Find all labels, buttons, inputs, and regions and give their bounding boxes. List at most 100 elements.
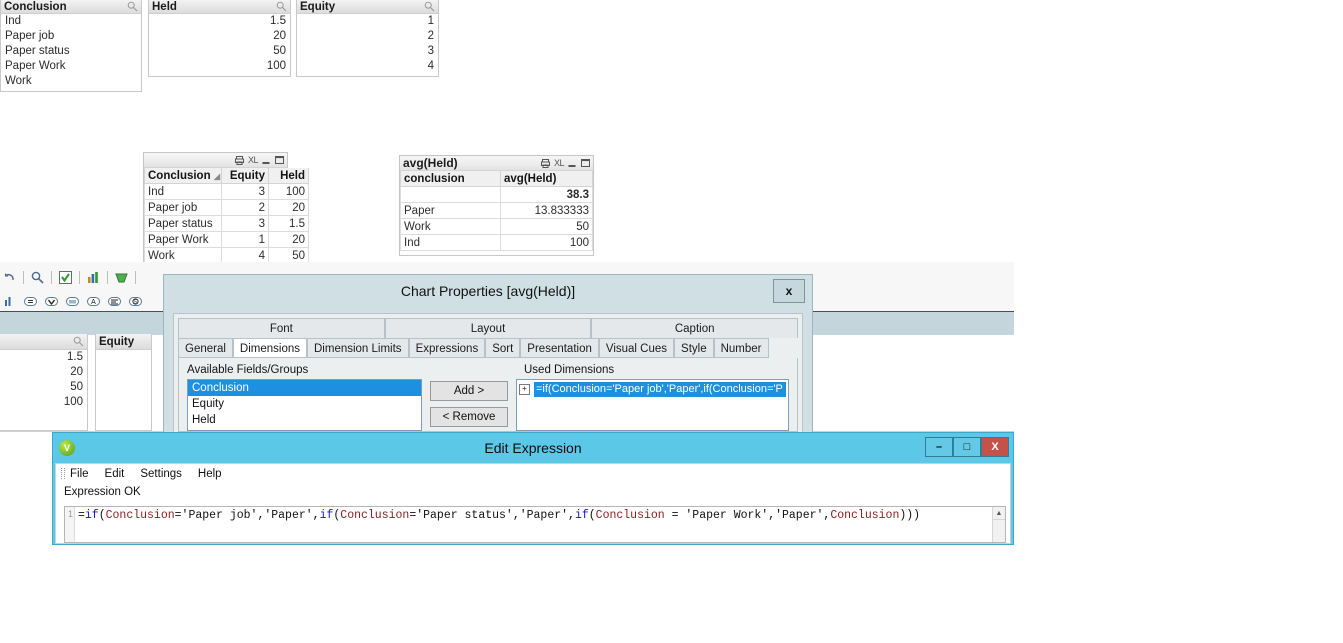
- listbox-held[interactable]: Held 1.5 20 50 100: [148, 0, 291, 77]
- menu-edit[interactable]: Edit: [105, 468, 125, 480]
- list-item[interactable]: Paper status: [1, 44, 141, 59]
- remove-dimension-button[interactable]: < Remove: [430, 407, 508, 427]
- undo-icon[interactable]: [2, 270, 17, 285]
- list-item[interactable]: 20: [149, 29, 290, 44]
- excel-export-icon[interactable]: XL: [248, 155, 259, 165]
- statistics-box-icon[interactable]: [23, 294, 38, 309]
- tab-strip-upper[interactable]: Font Layout Caption: [174, 314, 802, 338]
- used-dimension-row[interactable]: + =if(Conclusion='Paper job','Paper',if(…: [517, 380, 788, 398]
- cell-avg-held[interactable]: 100: [500, 234, 593, 251]
- column-header-conclusion[interactable]: Conclusion ◢: [144, 168, 222, 184]
- listbox-equity[interactable]: Equity 1 2 3 4: [296, 0, 439, 77]
- tab-dimensions[interactable]: Dimensions: [232, 338, 307, 358]
- table-row[interactable]: Ind 3 100: [144, 183, 309, 200]
- current-selections-icon[interactable]: [65, 294, 80, 309]
- chart-table-avg-held[interactable]: avg(Held) XL conclusion avg(Held) 38.3 P…: [399, 155, 594, 256]
- table-row[interactable]: Paper status 3 1.5: [144, 215, 309, 232]
- expression-editor[interactable]: 1 =if(Conclusion='Paper job','Paper',if(…: [64, 506, 1006, 543]
- scroll-up-icon[interactable]: ▲: [993, 507, 1005, 520]
- cell-conclusion[interactable]: Paper Work: [144, 231, 222, 248]
- cell-conclusion[interactable]: Ind: [144, 183, 222, 200]
- listbox-values[interactable]: 1.5 20 50 100: [149, 14, 290, 74]
- menu-grip-handle[interactable]: [61, 468, 65, 479]
- cell-conclusion[interactable]: Paper status: [144, 215, 222, 232]
- bar-chart-object-icon[interactable]: [2, 294, 17, 309]
- expression-input[interactable]: =if(Conclusion='Paper job','Paper',if(Co…: [75, 507, 992, 542]
- list-item[interactable]: 100: [149, 59, 290, 74]
- table-row[interactable]: Ind 100: [400, 234, 593, 251]
- cell-held[interactable]: 20: [268, 231, 309, 248]
- caption-icons[interactable]: XL: [234, 155, 284, 165]
- listbox-equity-behind[interactable]: Equity: [95, 334, 152, 431]
- list-item[interactable]: 20: [0, 365, 87, 380]
- tab-caption[interactable]: Caption: [591, 318, 799, 338]
- minimize-icon[interactable]: [568, 159, 577, 168]
- list-item[interactable]: 3: [297, 44, 438, 59]
- chart-table-grid[interactable]: conclusion avg(Held) 38.3 Paper 13.83333…: [400, 171, 593, 251]
- tab-visual-cues[interactable]: Visual Cues: [598, 338, 675, 358]
- tab-font[interactable]: Font: [178, 318, 385, 338]
- text-object-icon[interactable]: A: [86, 294, 101, 309]
- cell-equity[interactable]: 3: [221, 183, 269, 200]
- clear-selections-icon[interactable]: [114, 270, 129, 285]
- search-icon[interactable]: [73, 336, 84, 347]
- list-item[interactable]: 100: [0, 395, 87, 410]
- list-item[interactable]: 50: [0, 380, 87, 395]
- table-row[interactable]: Work 50: [400, 218, 593, 235]
- tab-sort[interactable]: Sort: [485, 338, 521, 358]
- cell-equity[interactable]: 3: [221, 215, 269, 232]
- window-controls[interactable]: – □ X: [925, 437, 1009, 457]
- menu-settings[interactable]: Settings: [140, 468, 182, 480]
- straight-table-object[interactable]: XL Conclusion ◢ Equity Held Ind 3 100 Pa…: [143, 152, 309, 264]
- tab-style[interactable]: Style: [674, 338, 714, 358]
- menu-bar[interactable]: File Edit Settings Help: [56, 464, 1010, 484]
- table-row[interactable]: Paper Work 1 20: [144, 231, 309, 248]
- column-header-avg-held[interactable]: avg(Held): [500, 171, 593, 187]
- print-icon[interactable]: [234, 155, 244, 165]
- maximize-button[interactable]: □: [953, 437, 981, 457]
- cell-avg-held[interactable]: 50: [500, 218, 593, 235]
- field-item-conclusion[interactable]: Conclusion: [188, 380, 421, 396]
- table-caption-bar[interactable]: XL: [144, 153, 287, 168]
- search-icon[interactable]: [424, 1, 435, 12]
- tab-number[interactable]: Number: [713, 338, 769, 358]
- chart-bar-icon[interactable]: [86, 270, 101, 285]
- listbox-held-behind[interactable]: 1.5 20 50 100: [0, 334, 88, 431]
- maximize-icon[interactable]: [275, 155, 284, 165]
- table-row[interactable]: Paper job 2 20: [144, 199, 309, 216]
- editor-scrollbar[interactable]: ▲: [992, 507, 1005, 542]
- cell-conclusion[interactable]: Work: [400, 218, 501, 235]
- listbox-values[interactable]: 1 2 3 4: [297, 14, 438, 74]
- menu-file[interactable]: File: [70, 468, 89, 480]
- tab-dimension-limits[interactable]: Dimension Limits: [307, 338, 409, 358]
- listbox-values[interactable]: Ind Paper job Paper status Paper Work Wo…: [1, 14, 141, 89]
- dimension-buttons[interactable]: Add > < Remove: [430, 379, 508, 431]
- cell-conclusion[interactable]: Paper job: [144, 199, 222, 216]
- caption-icons[interactable]: XL: [540, 158, 590, 168]
- minimize-icon[interactable]: [262, 156, 271, 165]
- used-dimensions-list[interactable]: + =if(Conclusion='Paper job','Paper',if(…: [516, 379, 789, 431]
- table-row[interactable]: Paper 13.833333: [400, 202, 593, 219]
- maximize-icon[interactable]: [581, 158, 590, 168]
- field-item-held[interactable]: Held: [188, 412, 421, 428]
- add-dimension-button[interactable]: Add >: [430, 381, 508, 401]
- tab-layout[interactable]: Layout: [384, 318, 592, 338]
- column-header-held[interactable]: Held: [268, 168, 309, 184]
- cell-equity[interactable]: 1: [221, 231, 269, 248]
- column-header-equity[interactable]: Equity: [221, 168, 269, 184]
- excel-export-icon[interactable]: XL: [554, 158, 565, 168]
- listbox-values[interactable]: 1.5 20 50 100: [0, 350, 87, 410]
- list-object-icon[interactable]: [107, 294, 122, 309]
- used-dimension-expression[interactable]: =if(Conclusion='Paper job','Paper',if(Co…: [534, 381, 786, 397]
- multi-box-icon[interactable]: [44, 294, 59, 309]
- cell-held[interactable]: 20: [268, 199, 309, 216]
- minimize-button[interactable]: –: [925, 437, 953, 457]
- search-icon[interactable]: [276, 1, 287, 12]
- list-item[interactable]: 1: [297, 14, 438, 29]
- close-button[interactable]: X: [981, 437, 1009, 457]
- list-item[interactable]: Paper Work: [1, 59, 141, 74]
- tab-presentation[interactable]: Presentation: [520, 338, 599, 358]
- list-item[interactable]: 2: [297, 29, 438, 44]
- menu-help[interactable]: Help: [198, 468, 222, 480]
- list-item[interactable]: Work: [1, 74, 141, 89]
